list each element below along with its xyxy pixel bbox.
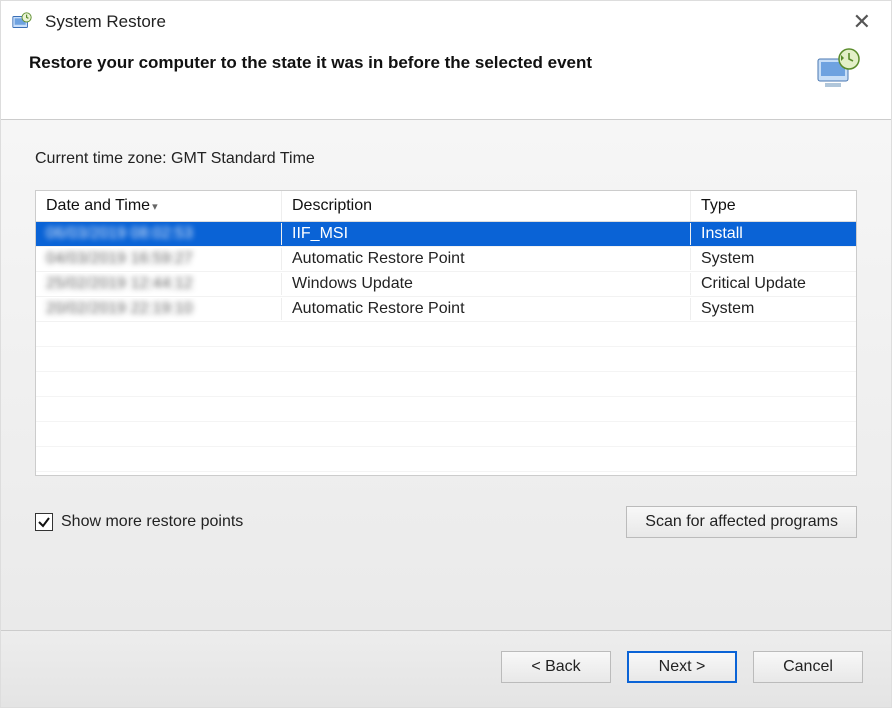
cell-description: Automatic Restore Point [282,248,691,270]
window-title: System Restore [45,12,839,32]
empty-row [36,447,856,472]
column-date-label: Date and Time [46,197,150,215]
show-more-checkbox[interactable]: Show more restore points [35,513,243,531]
cell-date: 06/03/2019 08:02:53 [46,225,193,242]
check-icon [37,515,51,529]
close-icon[interactable]: ✕ [847,9,877,35]
sort-desc-icon: ▾ [152,200,158,213]
cell-description: Automatic Restore Point [282,298,691,320]
restore-header-icon [815,47,863,91]
table-header: Date and Time ▾ Description Type [36,191,856,222]
table-row[interactable]: 04/03/2019 16:59:27 Automatic Restore Po… [36,247,856,272]
timezone-label: Current time zone: GMT Standard Time [35,150,857,168]
cell-type: System [691,248,856,270]
table-row[interactable]: 25/02/2019 12:44:12 Windows Update Criti… [36,272,856,297]
system-restore-window: System Restore ✕ Restore your computer t… [0,0,892,708]
cell-date: 25/02/2019 12:44:12 [46,275,193,292]
column-description-label: Description [292,197,372,215]
column-description[interactable]: Description [282,191,691,221]
content-area: Current time zone: GMT Standard Time Dat… [1,120,891,630]
cell-date: 20/02/2019 22:19:10 [46,300,193,317]
footer: < Back Next > Cancel [1,630,891,707]
cell-description: IIF_MSI [282,223,691,245]
empty-row [36,322,856,347]
empty-row [36,422,856,447]
cell-type: Install [691,223,856,245]
show-more-label: Show more restore points [61,513,243,531]
cell-type: Critical Update [691,273,856,295]
scan-affected-button[interactable]: Scan for affected programs [626,506,857,538]
cancel-button[interactable]: Cancel [753,651,863,683]
system-restore-icon [11,11,33,33]
column-type-label: Type [701,197,736,215]
page-heading: Restore your computer to the state it wa… [29,47,815,73]
table-row[interactable]: 20/02/2019 22:19:10 Automatic Restore Po… [36,297,856,322]
empty-row [36,472,856,476]
column-date[interactable]: Date and Time ▾ [36,191,282,221]
table-row[interactable]: 06/03/2019 08:02:53 IIF_MSI Install [36,222,856,247]
back-button[interactable]: < Back [501,651,611,683]
header-section: Restore your computer to the state it wa… [1,41,891,119]
titlebar: System Restore ✕ [1,1,891,41]
empty-row [36,397,856,422]
cell-type: System [691,298,856,320]
next-button[interactable]: Next > [627,651,737,683]
column-type[interactable]: Type [691,191,856,221]
empty-row [36,372,856,397]
checkbox-box [35,513,53,531]
empty-row [36,347,856,372]
cell-date: 04/03/2019 16:59:27 [46,250,193,267]
cell-description: Windows Update [282,273,691,295]
restore-points-table: Date and Time ▾ Description Type 06/03/2… [35,190,857,476]
below-table-row: Show more restore points Scan for affect… [35,506,857,538]
